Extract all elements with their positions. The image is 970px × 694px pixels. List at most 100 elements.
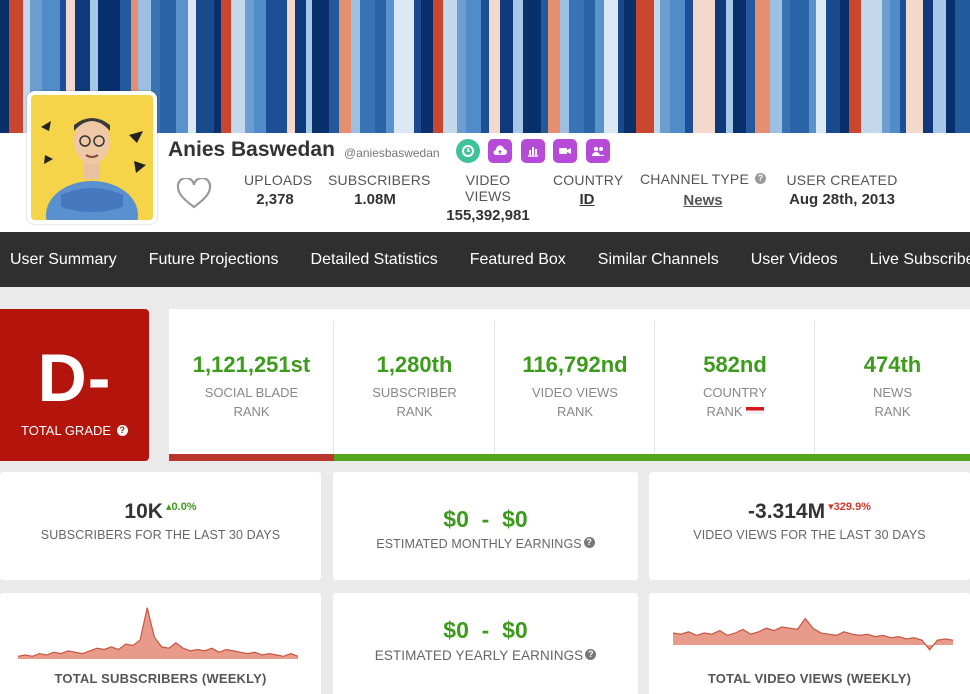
banner-stripe	[583, 0, 595, 133]
country-link[interactable]: ID	[553, 191, 621, 208]
subscribers-delta: ▴0.0%	[162, 501, 197, 513]
channel-name: Anies Baswedan	[168, 138, 335, 161]
total-grade-box: D- TOTAL GRADE ?	[0, 309, 149, 461]
banner-stripe	[660, 0, 671, 133]
rank-bar	[169, 454, 334, 461]
banner-stripe	[790, 0, 810, 133]
banner-stripe	[636, 0, 655, 133]
banner-stripe	[286, 0, 295, 133]
rank-cell: 1,280th SUBSCRIBER RANK	[334, 309, 495, 461]
banner-stripe	[745, 0, 755, 133]
help-icon[interactable]: ?	[116, 425, 128, 436]
banner-stripe	[685, 0, 693, 133]
nav-item[interactable]: User Summary	[0, 251, 133, 269]
rank-bar	[495, 454, 655, 461]
nav-item[interactable]: Featured Box	[454, 251, 582, 269]
banner-stripe	[825, 0, 840, 133]
subscribers-weekly-chart	[17, 607, 299, 659]
banner-stripe	[0, 0, 9, 133]
nav-item[interactable]: Similar Channels	[582, 251, 735, 269]
banner-stripe	[294, 0, 306, 133]
banner-stripe	[839, 0, 849, 133]
banner-stripe	[456, 0, 466, 133]
banner-stripe	[594, 0, 604, 133]
stat-user-created: USER CREATED Aug 28th, 2013	[784, 172, 900, 208]
favorite-heart-icon[interactable]	[176, 176, 212, 210]
stat-value: Aug 28th, 2013	[789, 191, 895, 208]
main-nav: User Summary Future Projections Detailed S…	[0, 232, 970, 287]
stat-label: UPLOADS	[244, 172, 313, 188]
stat-label: SUBSCRIBERS	[328, 172, 431, 188]
rank-label: SOCIAL BLADE RANK	[204, 385, 299, 419]
nav-item[interactable]: Future Projections	[133, 251, 295, 269]
banner-stripe	[889, 0, 901, 133]
stat-value: 155,392,981	[446, 207, 530, 224]
stat-label: USER CREATED	[786, 172, 898, 188]
video-camera-icon[interactable]	[553, 139, 577, 163]
banner-stripe	[568, 0, 584, 133]
banner-stripe	[617, 0, 625, 133]
banner-stripe	[8, 0, 23, 133]
nav-item[interactable]: Live Subscribe	[854, 251, 970, 269]
grade-label: TOTAL GRADE ?	[21, 423, 128, 438]
channel-handle: @aniesbaswedan	[344, 146, 440, 160]
help-icon[interactable]: ?	[583, 537, 595, 548]
upload-icon[interactable]	[488, 139, 512, 163]
video-views-30-days-card: -3.314M ▾329.9% VIDEO VIEWS FOR THE LAST…	[649, 472, 970, 580]
rank-bar	[334, 454, 495, 461]
rank-bar	[655, 454, 815, 461]
subscribers-30-days-card: 10K ▴0.0% SUBSCRIBERS FOR THE LAST 30 DA…	[0, 472, 321, 580]
banner-stripe	[195, 0, 215, 133]
banner-stripe	[311, 0, 329, 133]
stat-label: COUNTRY	[553, 172, 624, 188]
video-views-30-days-value: -3.314M	[748, 500, 826, 523]
banner-stripe	[254, 0, 267, 133]
banner-stripe	[351, 0, 361, 133]
socialblade-icon[interactable]	[456, 139, 480, 163]
banner-stripe	[465, 0, 482, 133]
banner-stripe	[906, 0, 924, 133]
banner-stripe	[923, 0, 934, 133]
rank-value: 1,121,251st	[192, 352, 311, 377]
help-icon[interactable]: ?	[755, 173, 767, 184]
bar-chart-icon[interactable]	[521, 139, 545, 163]
stat-country: COUNTRY ID	[553, 172, 624, 208]
banner-stripe	[548, 0, 560, 133]
banner-stripe	[816, 0, 826, 133]
subscribers-30-days-value: 10K	[124, 500, 163, 523]
rank-value: 1,280th	[376, 352, 453, 377]
banner-stripe	[933, 0, 947, 133]
monthly-earnings-value: $0 - $0	[443, 506, 528, 532]
banner-stripe	[420, 0, 433, 133]
banner-stripe	[754, 0, 771, 133]
stat-subscribers: SUBSCRIBERS 1.08M	[328, 172, 431, 208]
banner-stripe	[946, 0, 956, 133]
banner-stripe	[159, 0, 176, 133]
banner-stripe	[413, 0, 421, 133]
stat-label: VIDEO VIEWS	[464, 172, 512, 204]
rank-value: 116,792nd	[522, 352, 628, 377]
banner-stripe	[187, 0, 196, 133]
yearly-earnings-card: $0 - $0 ESTIMATED YEARLY EARNINGS?	[333, 593, 638, 694]
channel-avatar[interactable]	[27, 91, 157, 224]
nav-item[interactable]: Detailed Statistics	[295, 251, 454, 269]
banner-stripe	[375, 0, 387, 133]
banner-stripe	[513, 0, 524, 133]
banner-stripe	[175, 0, 188, 133]
help-icon[interactable]: ?	[585, 649, 597, 660]
banner-stripe	[328, 0, 339, 133]
banner-stripe	[481, 0, 490, 133]
users-icon[interactable]	[586, 139, 610, 163]
banner-stripe	[732, 0, 746, 133]
rank-value: 474th	[863, 352, 922, 377]
banner-stripe	[955, 0, 970, 133]
banner-stripe	[523, 0, 542, 133]
channel-type-link[interactable]: News	[640, 192, 766, 209]
banner-stripe	[360, 0, 376, 133]
banner-stripe	[848, 0, 861, 133]
banner-stripe	[770, 0, 783, 133]
nav-item[interactable]: User Videos	[735, 251, 854, 269]
banner-stripe	[432, 0, 443, 133]
video-views-delta: ▾329.9%	[825, 501, 871, 513]
banner-stripe	[245, 0, 255, 133]
